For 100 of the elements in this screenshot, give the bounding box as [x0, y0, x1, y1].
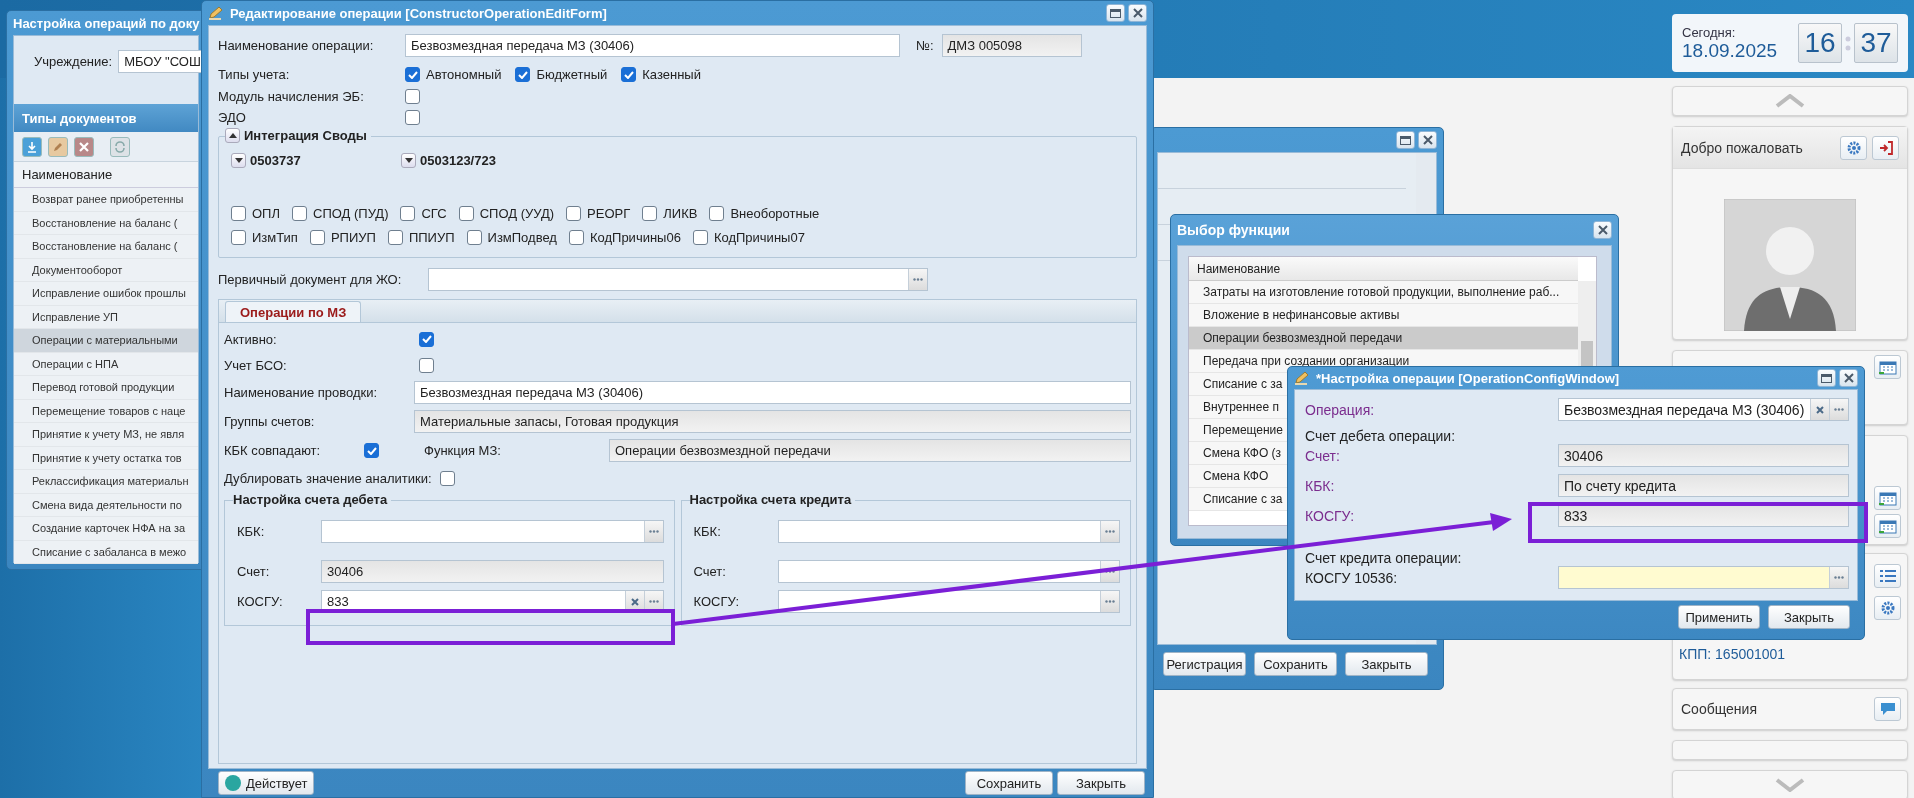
list-row[interactable]: Исправление ошибок прошлы	[14, 282, 198, 306]
input-field[interactable]: 30406	[1558, 444, 1849, 467]
list-row[interactable]: Принятие к учету МЗ, не явля	[14, 423, 198, 447]
toggle-button[interactable]	[231, 153, 246, 168]
close-button[interactable]	[1593, 221, 1612, 239]
add-button[interactable]	[22, 136, 42, 157]
footer-button[interactable]: Сохранить	[1254, 652, 1337, 676]
checkbox[interactable]	[400, 205, 416, 221]
input-field[interactable]	[777, 560, 1120, 583]
input-field[interactable]	[1558, 566, 1849, 589]
checkbox[interactable]	[692, 229, 708, 245]
refresh-button[interactable]	[110, 136, 130, 157]
delete-icon	[79, 141, 89, 152]
list-row[interactable]: Затраты на изготовление готовой продукции, выполнение раб...	[1189, 281, 1578, 304]
list-row[interactable]: Перемещение товаров с наце	[14, 399, 198, 423]
input-field[interactable]: Безвозмездная передача МЗ (30406)	[1558, 398, 1849, 421]
list-row[interactable]: Операции с материальными	[14, 329, 198, 353]
input-field[interactable]	[777, 590, 1120, 613]
close-button[interactable]	[1128, 4, 1147, 22]
clear-icon	[630, 597, 639, 606]
delete-button[interactable]	[74, 136, 94, 157]
list-row[interactable]: Документооборот	[14, 258, 198, 282]
messages-button[interactable]	[1874, 697, 1901, 721]
pencil-icon	[208, 6, 224, 20]
refresh-icon	[114, 140, 126, 153]
checkbox[interactable]	[466, 229, 482, 245]
input-field[interactable]: 833	[1558, 504, 1849, 527]
maximize-button[interactable]	[1817, 369, 1836, 387]
checkbox[interactable]	[309, 229, 325, 245]
calendar-button[interactable]	[1874, 355, 1901, 379]
checkbox[interactable]	[405, 110, 420, 125]
checkbox[interactable]	[568, 229, 584, 245]
list-row[interactable]: Перевод готовой продукции	[14, 376, 198, 400]
checkbox[interactable]	[419, 331, 434, 347]
checkbox[interactable]	[566, 205, 582, 221]
checkbox[interactable]	[458, 205, 474, 221]
list-row[interactable]: Принятие к учету остатка тов	[14, 446, 198, 470]
list-row[interactable]: Смена вида деятельности по	[14, 493, 198, 517]
maximize-button[interactable]	[1106, 4, 1125, 22]
checkbox[interactable]	[642, 205, 658, 221]
list-row[interactable]: Восстановление на баланс (	[14, 211, 198, 235]
footer-button[interactable]: Закрыть	[1345, 652, 1428, 676]
checkbox[interactable]	[231, 229, 246, 245]
checkbox[interactable]	[621, 67, 637, 82]
list-row[interactable]: Возврат ранее приобретенны	[14, 188, 198, 212]
window-title: Редактирование операции [ConstructorOperationEditForm]	[230, 5, 607, 21]
checkbox[interactable]	[709, 205, 725, 221]
list-row[interactable]: Списание с забаланса в межо	[14, 540, 198, 564]
input-field[interactable]: МБОУ "СОШ	[118, 50, 202, 73]
checkbox[interactable]	[405, 67, 420, 82]
edit-button[interactable]	[48, 136, 68, 157]
list-row[interactable]: Операции с НПА	[14, 352, 198, 376]
list-row[interactable]: Исправление УП	[14, 305, 198, 329]
clear-button[interactable]	[1810, 399, 1829, 420]
input-field[interactable]	[321, 520, 664, 543]
checkbox[interactable]	[387, 229, 403, 245]
input-field[interactable]: Безвозмездная передача МЗ (30406)	[405, 34, 900, 57]
input-field[interactable]: По счету кредита	[1558, 474, 1849, 497]
footer-button[interactable]: Закрыть	[1768, 605, 1850, 629]
column-header[interactable]: Наименование	[1189, 257, 1578, 281]
toggle-button[interactable]	[401, 153, 416, 168]
list-row[interactable]: Восстановление на баланс (	[14, 235, 198, 259]
input-field[interactable]: Материальные запасы, Готовая продукция	[414, 410, 1131, 433]
close-icon	[1843, 373, 1854, 383]
input-field[interactable]: ДМЗ 005098	[941, 34, 1082, 57]
checkbox[interactable]	[231, 205, 246, 221]
footer-button[interactable]: Закрыть	[1057, 771, 1145, 795]
input-field[interactable]	[777, 520, 1120, 543]
settings-button[interactable]	[1840, 135, 1867, 160]
checkbox[interactable]	[292, 205, 307, 221]
input-field[interactable]: Операции безвозмездной передачи	[609, 439, 1131, 462]
list-row[interactable]: Операции безвозмездной передачи	[1189, 327, 1578, 350]
tab[interactable]: Операции по МЗ	[225, 301, 362, 322]
close-button[interactable]	[1418, 131, 1437, 149]
input-field[interactable]: 30406	[321, 560, 664, 583]
footer-button[interactable]: Применить	[1678, 605, 1760, 629]
logout-button[interactable]	[1872, 135, 1899, 160]
checkbox[interactable]	[419, 357, 434, 373]
column-header[interactable]: Наименование	[14, 162, 198, 188]
maximize-button[interactable]	[1396, 131, 1415, 149]
footer-button[interactable]: Регистрация	[1163, 652, 1246, 676]
status-button[interactable]: Действует	[218, 771, 315, 795]
checkbox[interactable]	[515, 67, 531, 82]
input-field[interactable]	[428, 268, 928, 291]
toggle-button[interactable]	[225, 128, 240, 143]
lookup-button[interactable]	[643, 521, 663, 542]
checkbox[interactable]	[364, 443, 379, 458]
list-row[interactable]: Реклассификация материальн	[14, 470, 198, 494]
calendar-button[interactable]	[1874, 514, 1901, 538]
close-button[interactable]	[1839, 369, 1858, 387]
field-label: КБК:	[693, 524, 722, 539]
list-row[interactable]: Создание карточек НФА на за	[14, 517, 198, 541]
list-button[interactable]	[1874, 564, 1901, 588]
settings-button[interactable]	[1874, 596, 1901, 620]
checkbox[interactable]	[405, 89, 420, 104]
calendar-button[interactable]	[1874, 486, 1901, 510]
checkbox[interactable]	[439, 470, 455, 486]
footer-button[interactable]: Сохранить	[965, 771, 1053, 795]
list-row[interactable]: Вложение в нефинансовые активы	[1189, 304, 1578, 327]
input-field[interactable]: Безвозмездная передача МЗ (30406)	[414, 381, 1131, 404]
